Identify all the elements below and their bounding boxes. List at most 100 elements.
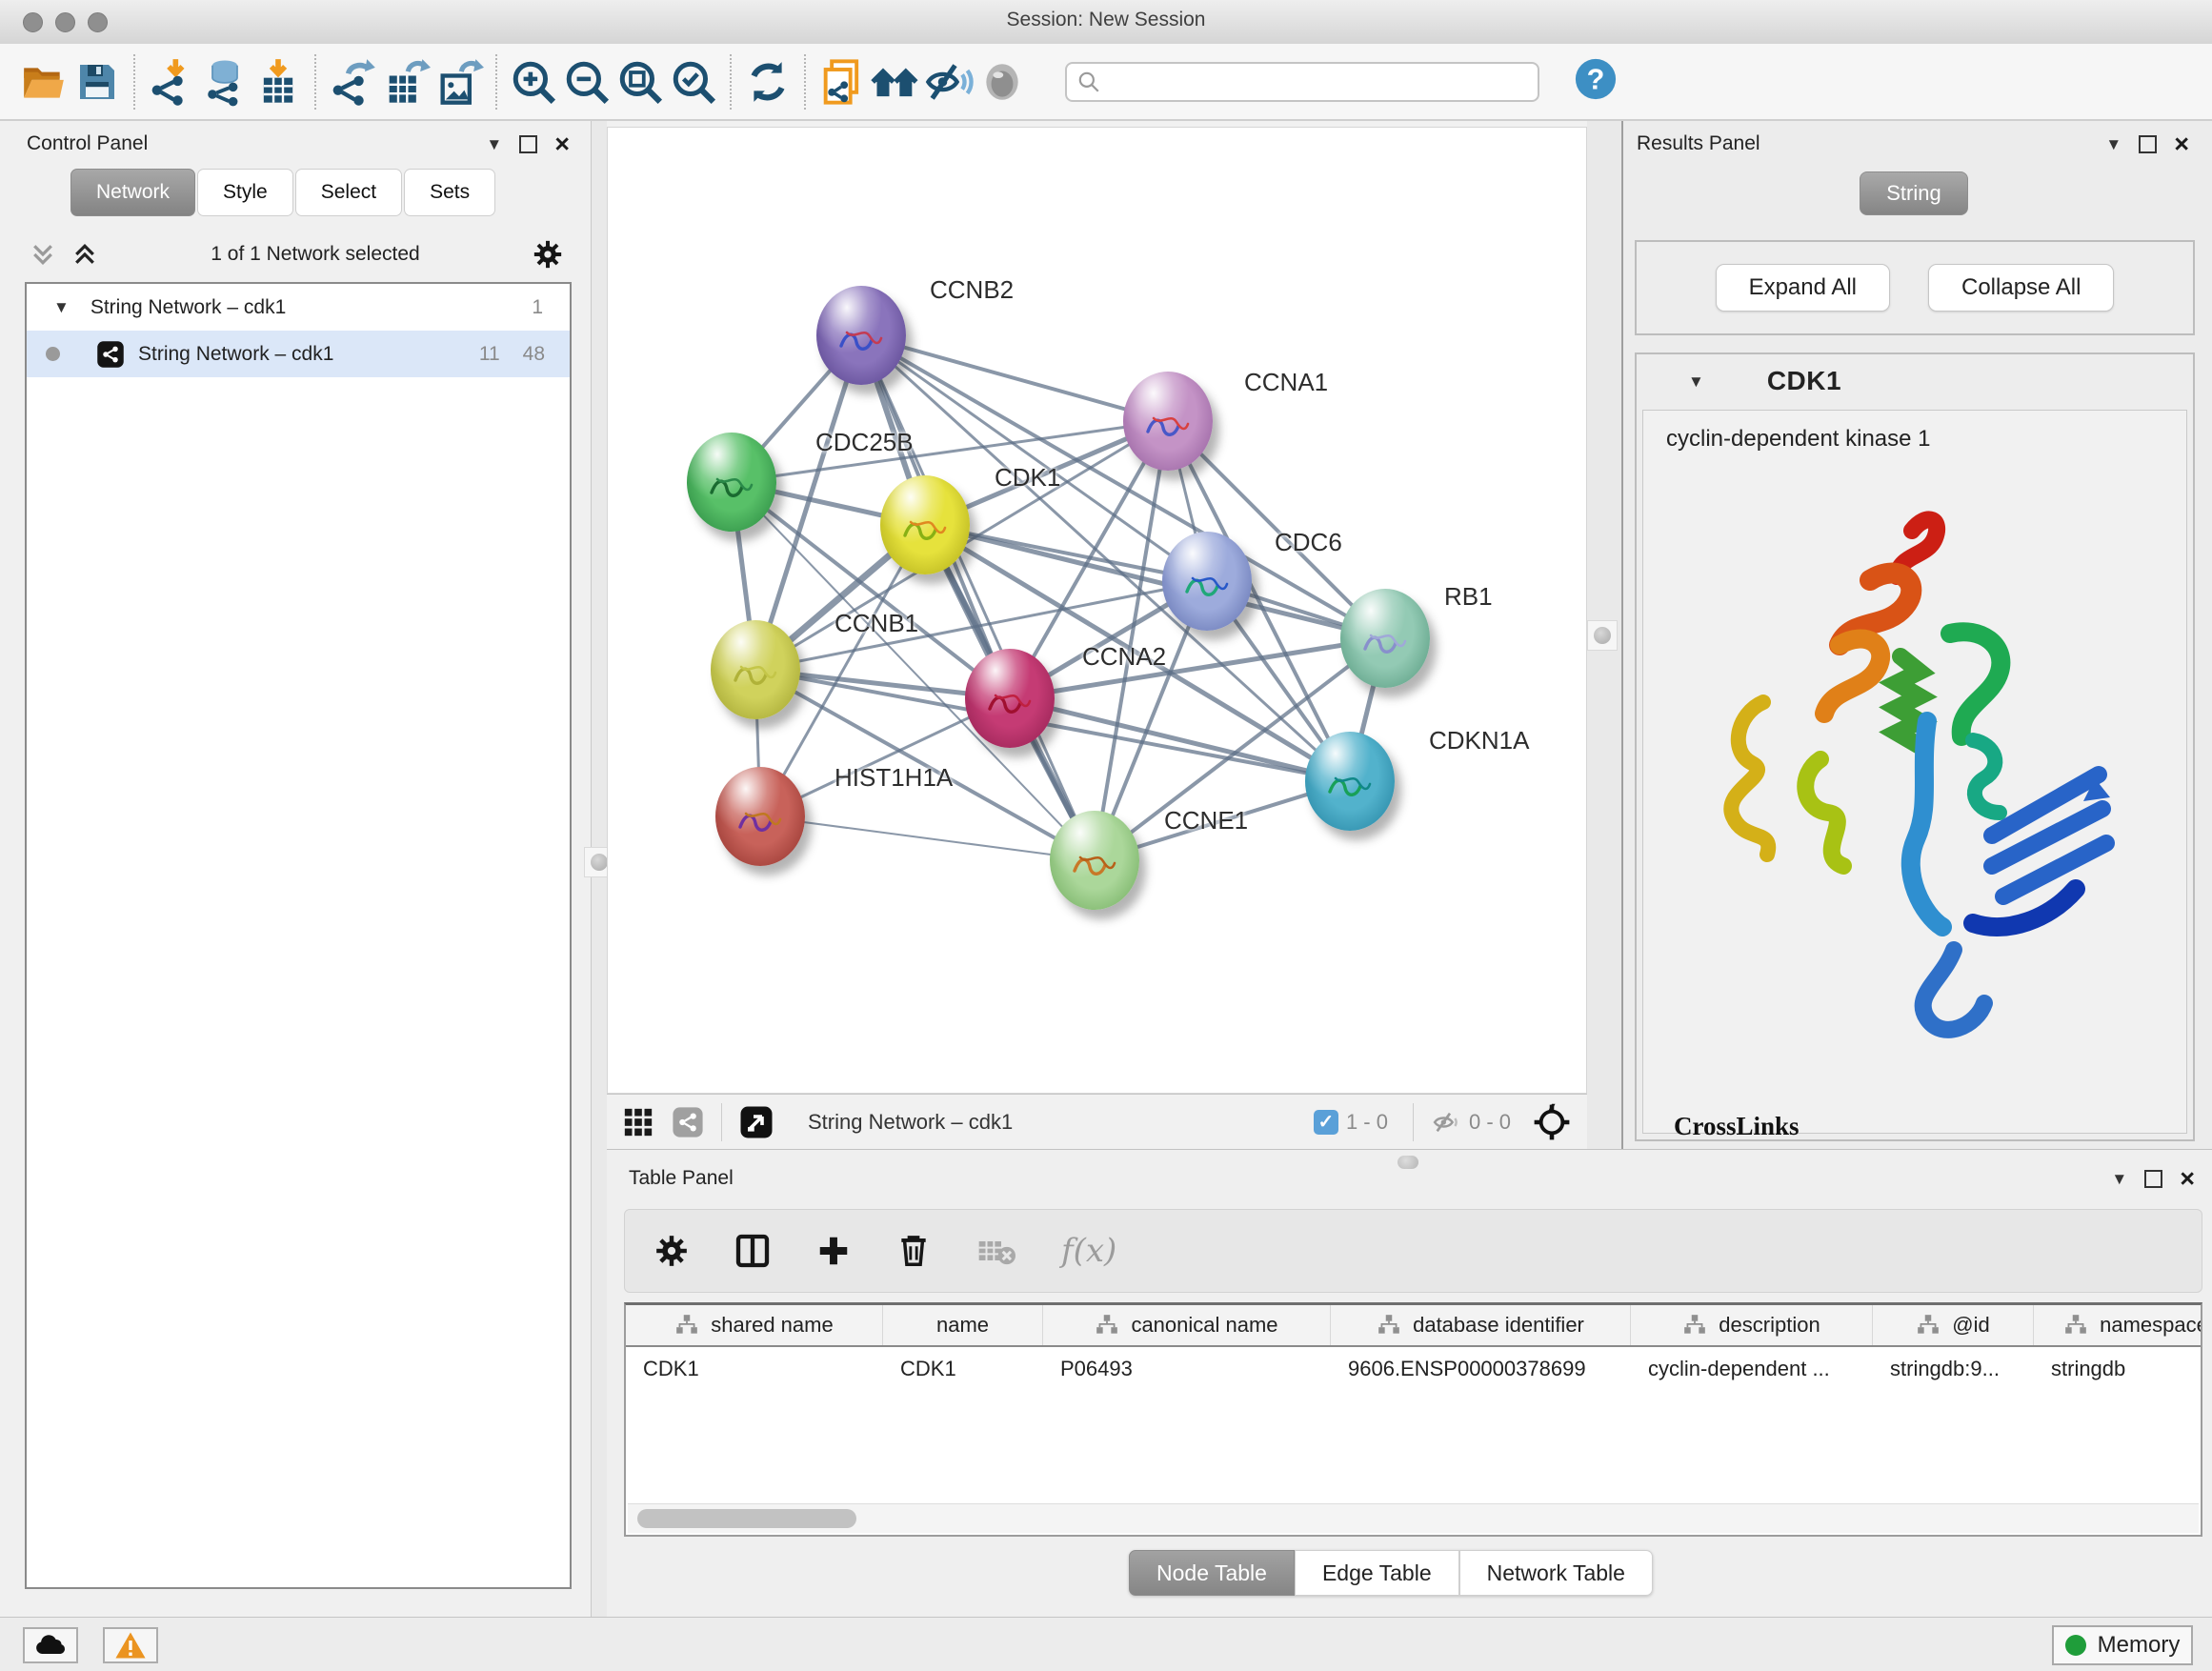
tab-network-table[interactable]: Network Table <box>1459 1550 1653 1596</box>
network-share-view-icon[interactable] <box>672 1106 704 1138</box>
function-builder-button[interactable]: f(x) <box>1061 1232 1116 1270</box>
gene-details: cyclin-dependent kinase 1 <box>1642 410 2187 1134</box>
table-cell[interactable]: P06493 <box>1043 1357 1331 1381</box>
table-panel-close-button[interactable]: × <box>2180 1169 2195 1190</box>
save-session-button[interactable] <box>70 54 124 110</box>
scrollbar-thumb[interactable] <box>637 1509 856 1528</box>
table-cell[interactable]: CDK1 <box>883 1357 1043 1381</box>
table-settings-gear-icon[interactable] <box>654 1233 690 1269</box>
collapse-all-button[interactable]: Collapse All <box>1928 264 2114 312</box>
import-database-button[interactable] <box>198 54 251 110</box>
right-splitter-handle[interactable] <box>1587 620 1618 651</box>
gene-name: CDK1 <box>1767 366 1841 396</box>
help-button[interactable]: ? <box>1574 57 1618 106</box>
column-header-name[interactable]: name <box>883 1305 1043 1345</box>
export-network-button[interactable] <box>326 54 379 110</box>
control-panel-title: Control Panel <box>27 132 148 155</box>
zoom-selected-button[interactable] <box>667 54 720 110</box>
import-table-button[interactable] <box>251 54 305 110</box>
table-horizontal-scrollbar[interactable] <box>628 1503 2199 1533</box>
results-panel-float-button[interactable]: ▼ <box>2105 136 2122 152</box>
expand-all-icon[interactable] <box>70 240 99 269</box>
first-neighbors-button[interactable] <box>869 54 922 110</box>
node-label-cdc6: CDC6 <box>1275 528 1342 557</box>
network-node-cdc25b[interactable] <box>687 433 776 532</box>
collapse-all-icon[interactable] <box>29 240 57 269</box>
control-panel-float-button[interactable]: ▼ <box>486 136 502 152</box>
column-header--id[interactable]: @id <box>1873 1305 2034 1345</box>
table-cell[interactable]: 9606.ENSP00000378699 <box>1331 1357 1631 1381</box>
table-toolbar: f(x) <box>624 1209 2202 1293</box>
clone-network-button[interactable] <box>815 54 869 110</box>
gene-section-header[interactable]: ▼ CDK1 <box>1637 354 2193 408</box>
table-panel-float-button[interactable]: ▼ <box>2111 1171 2127 1187</box>
left-splitter[interactable] <box>592 121 607 1617</box>
tab-edge-table[interactable]: Edge Table <box>1295 1550 1459 1596</box>
network-node-cdkn1a[interactable] <box>1305 732 1395 831</box>
tab-node-table[interactable]: Node Table <box>1129 1550 1295 1596</box>
birds-eye-view-icon[interactable] <box>739 1105 774 1139</box>
horizontal-splitter-handle[interactable] <box>1398 1156 1418 1169</box>
results-panel-maximize-button[interactable] <box>2139 135 2157 153</box>
table-cell[interactable]: stringdb <box>2034 1357 2202 1381</box>
column-header-shared-name[interactable]: shared name <box>626 1305 883 1345</box>
network-node-ccna2[interactable] <box>965 649 1055 748</box>
delete-column-icon[interactable] <box>895 1233 932 1269</box>
column-header-description[interactable]: description <box>1631 1305 1873 1345</box>
export-image-button[interactable] <box>432 54 486 110</box>
grid-view-icon[interactable] <box>622 1106 654 1138</box>
refresh-button[interactable] <box>741 54 794 110</box>
gene-collapse-icon[interactable]: ▼ <box>1688 373 1704 390</box>
table-cell[interactable]: cyclin-dependent ... <box>1631 1357 1873 1381</box>
network-options-gear-icon[interactable] <box>532 238 564 271</box>
network-canvas[interactable]: CCNB2 CCNA1 CDC25B CDK1 CDC6 RB1 CCNB1 C… <box>607 127 1587 1094</box>
control-panel-maximize-button[interactable] <box>519 135 537 153</box>
network-node-cdk1[interactable] <box>880 475 970 574</box>
network-row-selected[interactable]: String Network – cdk1 11 48 <box>27 331 570 377</box>
fit-selection-crosshair-icon[interactable] <box>1532 1102 1572 1142</box>
tab-style[interactable]: Style <box>197 169 293 216</box>
zoom-out-button[interactable] <box>560 54 613 110</box>
search-input[interactable] <box>1101 70 1538 93</box>
network-node-rb1[interactable] <box>1340 589 1430 688</box>
export-network-icon <box>328 57 377 107</box>
export-table-button[interactable] <box>379 54 432 110</box>
table-panel-maximize-button[interactable] <box>2144 1170 2162 1188</box>
memory-button[interactable]: Memory <box>2052 1625 2193 1665</box>
show-all-button[interactable] <box>975 54 1029 110</box>
tab-select[interactable]: Select <box>295 169 402 216</box>
tab-network[interactable]: Network <box>70 169 195 216</box>
table-cell[interactable]: CDK1 <box>626 1357 883 1381</box>
add-column-icon[interactable] <box>815 1233 852 1269</box>
network-collection-row[interactable]: ▼ String Network – cdk1 1 <box>27 284 570 331</box>
network-node-ccnb1[interactable] <box>711 620 800 719</box>
table-cell[interactable]: stringdb:9... <box>1873 1357 2034 1381</box>
table-row[interactable]: CDK1CDK1P064939606.ENSP00000378699cyclin… <box>626 1347 2201 1391</box>
column-header-database-identifier[interactable]: database identifier <box>1331 1305 1631 1345</box>
warnings-button[interactable] <box>103 1627 158 1663</box>
selected-nodes-checkbox[interactable]: ✓ <box>1314 1110 1338 1135</box>
results-panel-close-button[interactable]: × <box>2174 134 2189 155</box>
tab-sets[interactable]: Sets <box>404 169 495 216</box>
network-node-ccnb2[interactable] <box>816 286 906 385</box>
network-node-hist1h1a[interactable] <box>715 767 805 866</box>
import-network-button[interactable] <box>145 54 198 110</box>
search-field[interactable] <box>1065 62 1539 102</box>
column-header-canonical-name[interactable]: canonical name <box>1043 1305 1331 1345</box>
cloud-status-button[interactable] <box>23 1627 78 1663</box>
tab-string[interactable]: String <box>1860 171 1968 215</box>
control-panel-close-button[interactable]: × <box>554 134 570 155</box>
network-node-ccna1[interactable] <box>1123 372 1213 471</box>
hide-selected-button[interactable] <box>922 54 975 110</box>
network-node-cdc6[interactable] <box>1162 532 1252 631</box>
collection-expand-icon[interactable]: ▼ <box>53 299 70 315</box>
open-session-button[interactable] <box>17 54 70 110</box>
expand-all-button[interactable]: Expand All <box>1716 264 1890 312</box>
column-header-namespace[interactable]: namespace <box>2034 1305 2202 1345</box>
network-node-ccne1[interactable] <box>1050 811 1139 910</box>
show-columns-icon[interactable] <box>734 1232 772 1270</box>
zoom-fit-button[interactable] <box>613 54 667 110</box>
zoom-in-button[interactable] <box>507 54 560 110</box>
network-edge[interactable] <box>760 816 1095 860</box>
delete-table-icon[interactable] <box>975 1232 1017 1270</box>
